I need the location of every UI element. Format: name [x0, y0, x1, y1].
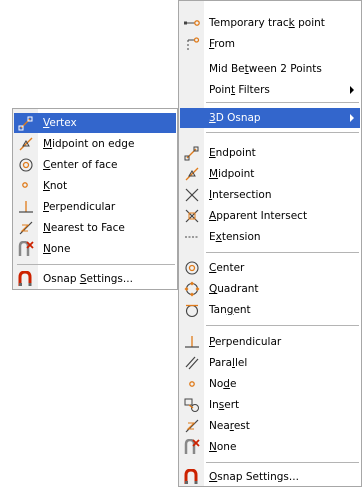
menu-item-midpoint[interactable]: Midpoint — [180, 164, 360, 184]
quadrant-icon — [181, 281, 203, 297]
extension-icon — [181, 229, 203, 245]
menu-item-center[interactable]: Center — [180, 258, 360, 278]
menu-item-3d-osnap[interactable]: 3D Osnap — [180, 108, 360, 128]
osnap-settings-icon — [15, 271, 37, 287]
submenu-arrow-icon — [350, 114, 354, 122]
menu-item-label: None — [209, 441, 237, 453]
node-icon — [181, 376, 203, 392]
menu-separator — [206, 325, 359, 326]
submenu-item-perpendicular[interactable]: Perpendicular — [14, 197, 176, 217]
menu-item-node[interactable]: Node — [180, 374, 360, 394]
menu-item-label: Extension — [209, 231, 261, 243]
submenu-item-knot[interactable]: Knot — [14, 176, 176, 196]
menu-item-point-filters[interactable]: Point Filters — [180, 80, 360, 100]
menu-item-temporary-track-point[interactable]: Temporary track point — [180, 13, 360, 33]
menu-item-none[interactable]: None — [180, 437, 360, 457]
menu-item-label: Intersection — [209, 189, 272, 201]
menu-item-label: Center — [209, 262, 245, 274]
perpendicular-icon — [15, 199, 37, 215]
submenu-item-center-of-face[interactable]: Center of face — [14, 155, 176, 175]
menu-item-from[interactable]: From — [180, 34, 360, 54]
menu-separator — [17, 264, 175, 265]
menu-item-label: Node — [209, 378, 237, 390]
menu-item-label: Center of face — [43, 159, 118, 171]
center-icon — [181, 260, 203, 276]
menu-item-label: Temporary track point — [209, 17, 325, 29]
insert-icon — [181, 397, 203, 413]
snap-context-menu: Temporary track point From Mid Between 2… — [178, 0, 362, 487]
menu-item-parallel[interactable]: Parallel — [180, 353, 360, 373]
menu-item-label: Midpoint — [209, 168, 255, 180]
menu-item-label: Perpendicular — [209, 336, 282, 348]
parallel-icon — [181, 355, 203, 371]
perpendicular-icon — [181, 334, 203, 350]
menu-item-quadrant[interactable]: Quadrant — [180, 279, 360, 299]
none-icon — [15, 241, 37, 257]
menu-separator — [206, 102, 359, 103]
intersection-icon — [181, 187, 203, 203]
vertex-icon — [15, 115, 37, 131]
osnap-settings-icon — [181, 469, 203, 485]
submenu-item-osnap-settings[interactable]: Osnap Settings... — [14, 269, 176, 289]
center-of-face-icon — [15, 157, 37, 173]
tangent-icon — [181, 302, 203, 318]
3d-osnap-submenu: Vertex Midpoint on edge Center of face K… — [12, 108, 178, 290]
menu-item-label: None — [43, 243, 71, 255]
menu-item-label: Vertex — [43, 117, 77, 129]
apparent-intersect-icon — [181, 208, 203, 224]
menu-item-apparent-intersect[interactable]: Apparent Intersect — [180, 206, 360, 226]
nearest-to-face-icon — [15, 220, 37, 236]
menu-item-label: Nearest to Face — [43, 222, 125, 234]
submenu-item-nearest-to-face[interactable]: Nearest to Face — [14, 218, 176, 238]
menu-item-label: Osnap Settings... — [209, 471, 299, 483]
menu-separator — [206, 132, 359, 133]
menu-item-label: 3D Osnap — [209, 112, 261, 124]
submenu-item-vertex[interactable]: Vertex — [14, 113, 176, 133]
midpoint-on-edge-icon — [15, 136, 37, 152]
from-icon — [181, 36, 203, 52]
menu-item-label: Endpoint — [209, 147, 256, 159]
menu-separator — [206, 252, 359, 253]
menu-item-insert[interactable]: Insert — [180, 395, 360, 415]
menu-item-label: Parallel — [209, 357, 248, 369]
menu-item-osnap-settings[interactable]: Osnap Settings... — [180, 467, 360, 487]
menu-item-label: From — [209, 38, 236, 50]
submenu-item-midpoint-on-edge[interactable]: Midpoint on edge — [14, 134, 176, 154]
menu-item-intersection[interactable]: Intersection — [180, 185, 360, 205]
menu-item-label: Perpendicular — [43, 201, 116, 213]
menu-item-label: Midpoint on edge — [43, 138, 135, 150]
submenu-item-none[interactable]: None — [14, 239, 176, 259]
temporary-track-icon — [181, 15, 203, 31]
menu-item-label: Insert — [209, 399, 240, 411]
menu-item-label: Quadrant — [209, 283, 259, 295]
knot-icon — [15, 178, 37, 194]
menu-item-label: Mid Between 2 Points — [209, 63, 322, 75]
menu-item-label: Knot — [43, 180, 68, 192]
menu-item-label: Apparent Intersect — [209, 210, 308, 222]
menu-item-label: Osnap Settings... — [43, 273, 133, 285]
menu-item-mid-between-2-points[interactable]: Mid Between 2 Points — [180, 59, 360, 79]
submenu-arrow-icon — [350, 86, 354, 94]
menu-item-extension[interactable]: Extension — [180, 227, 360, 247]
menu-item-endpoint[interactable]: Endpoint — [180, 143, 360, 163]
menu-separator — [206, 462, 359, 463]
menu-item-nearest[interactable]: Nearest — [180, 416, 360, 436]
menu-item-perpendicular[interactable]: Perpendicular — [180, 332, 360, 352]
menu-item-label: Point Filters — [209, 84, 270, 96]
menu-item-label: Tangent — [209, 304, 251, 316]
endpoint-icon — [181, 145, 203, 161]
none-icon — [181, 439, 203, 455]
midpoint-icon — [181, 166, 203, 182]
menu-item-tangent[interactable]: Tangent — [180, 300, 360, 320]
menu-item-label: Nearest — [209, 420, 250, 432]
nearest-icon — [181, 418, 203, 434]
